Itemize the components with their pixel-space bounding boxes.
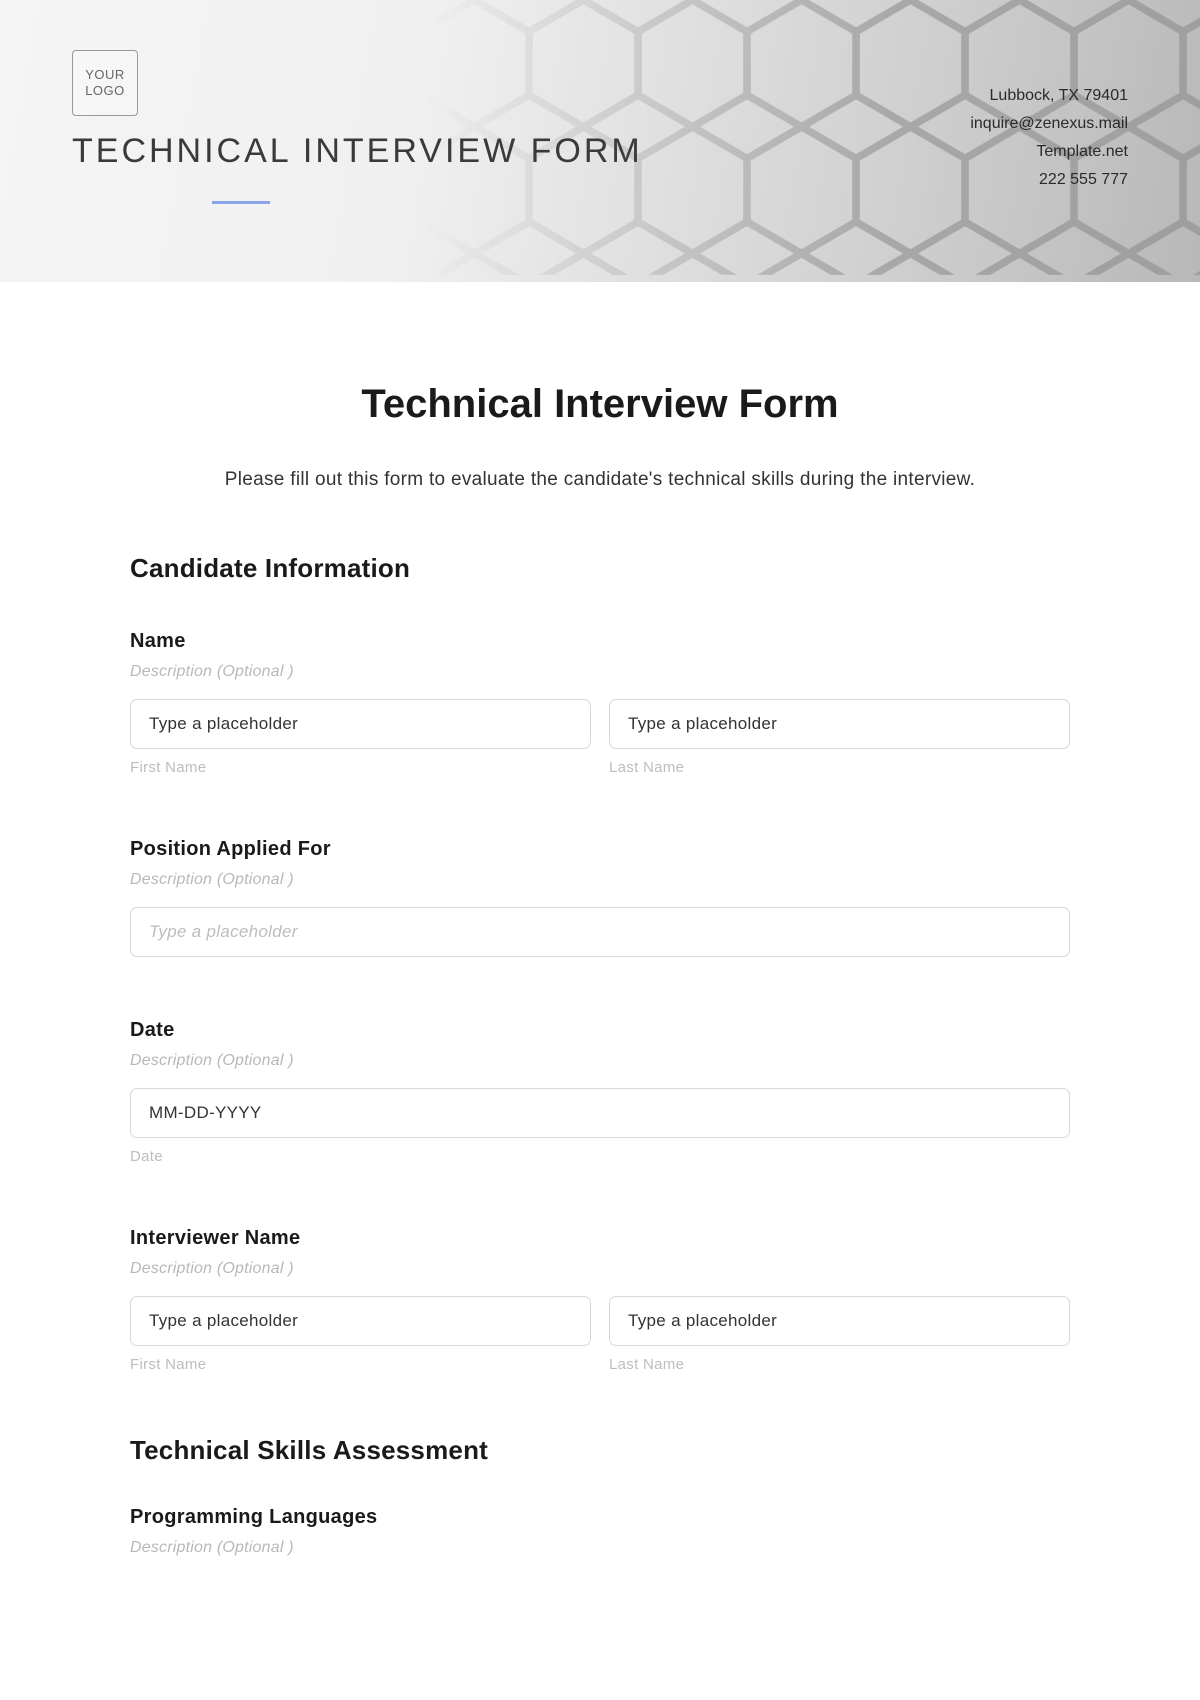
desc-programming: Description (Optional ) (130, 1539, 1070, 1557)
interviewer-first-input[interactable] (130, 1296, 591, 1346)
sublabel-last-name: Last Name (609, 759, 1070, 776)
sublabel-first-name: First Name (130, 759, 591, 776)
sublabel-interviewer-last: Last Name (609, 1356, 1070, 1373)
contact-block: Lubbock, TX 79401 inquire@zenexus.mail T… (970, 82, 1128, 194)
date-input[interactable] (130, 1088, 1070, 1138)
field-date: Date Description (Optional ) Date (130, 1019, 1070, 1165)
section-candidate-info: Candidate Information (130, 553, 1070, 584)
intro-text: Please fill out this form to evaluate th… (130, 469, 1070, 491)
position-input[interactable] (130, 907, 1070, 957)
contact-email: inquire@zenexus.mail (970, 110, 1128, 138)
page-title: Technical Interview Form (130, 382, 1070, 427)
label-interviewer: Interviewer Name (130, 1227, 1070, 1250)
field-name: Name Description (Optional ) First Name … (130, 630, 1070, 776)
desc-interviewer: Description (Optional ) (130, 1260, 1070, 1278)
interviewer-last-input[interactable] (609, 1296, 1070, 1346)
contact-phone: 222 555 777 (970, 166, 1128, 194)
sublabel-interviewer-first: First Name (130, 1356, 591, 1373)
section-skills-assessment: Technical Skills Assessment (130, 1435, 1070, 1466)
field-position: Position Applied For Description (Option… (130, 838, 1070, 957)
label-programming: Programming Languages (130, 1506, 1070, 1529)
desc-name: Description (Optional ) (130, 663, 1070, 681)
desc-position: Description (Optional ) (130, 871, 1070, 889)
desc-date: Description (Optional ) (130, 1052, 1070, 1070)
sublabel-date: Date (130, 1148, 1070, 1165)
field-interviewer: Interviewer Name Description (Optional )… (130, 1227, 1070, 1373)
label-date: Date (130, 1019, 1070, 1042)
logo-placeholder: YOUR LOGO (72, 50, 138, 116)
last-name-input[interactable] (609, 699, 1070, 749)
contact-address: Lubbock, TX 79401 (970, 82, 1128, 110)
label-position: Position Applied For (130, 838, 1070, 861)
form-content: Technical Interview Form Please fill out… (0, 282, 1200, 1615)
banner-underline (212, 201, 270, 204)
label-name: Name (130, 630, 1070, 653)
header-banner: YOUR LOGO TECHNICAL INTERVIEW FORM Lubbo… (0, 0, 1200, 282)
field-programming: Programming Languages Description (Optio… (130, 1506, 1070, 1557)
contact-site: Template.net (970, 138, 1128, 166)
first-name-input[interactable] (130, 699, 591, 749)
